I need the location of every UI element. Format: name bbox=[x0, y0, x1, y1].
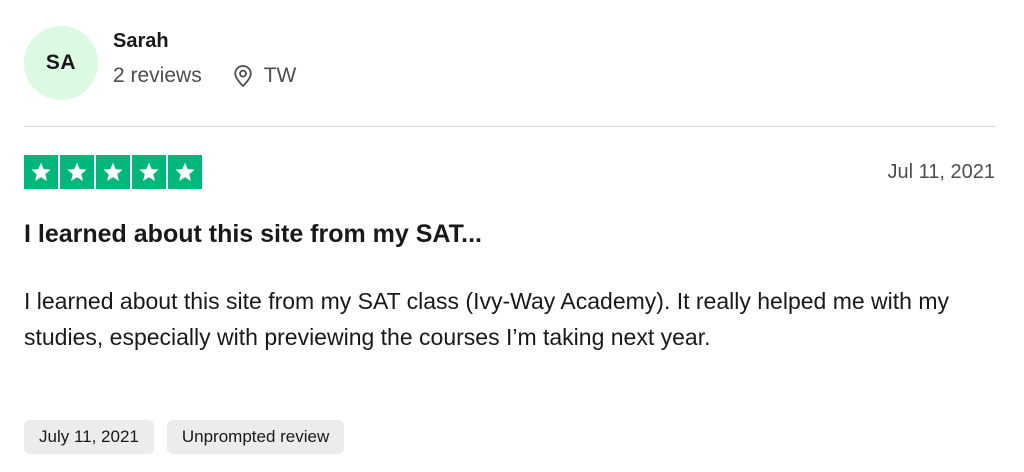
review-body: I learned about this site from my SAT cl… bbox=[24, 288, 949, 350]
star-icon bbox=[139, 162, 159, 181]
star-box bbox=[168, 155, 202, 189]
star-box bbox=[96, 155, 130, 189]
review-tags: July 11, 2021 Unprompted review bbox=[24, 420, 345, 454]
reviewer-name[interactable]: Sarah bbox=[113, 30, 169, 53]
review-card: SA Sarah 2 reviews TW Jul 11, 2021 I lea… bbox=[0, 0, 1024, 472]
divider bbox=[24, 126, 996, 127]
review-date: Jul 11, 2021 bbox=[887, 161, 996, 183]
star-box bbox=[60, 155, 94, 189]
reviewer-location: TW bbox=[263, 64, 297, 87]
star-box bbox=[24, 155, 58, 189]
avatar[interactable]: SA bbox=[24, 26, 98, 100]
review-title[interactable]: I learned about this site from my SAT... bbox=[24, 220, 482, 249]
location-pin-icon bbox=[232, 64, 254, 88]
star-icon bbox=[175, 162, 195, 181]
star-box bbox=[132, 155, 166, 189]
star-rating bbox=[24, 155, 202, 189]
star-icon bbox=[67, 162, 87, 181]
review-type-tag: Unprompted review bbox=[166, 420, 345, 454]
star-icon bbox=[31, 162, 51, 181]
reviewer-meta: 2 reviews TW bbox=[113, 64, 296, 88]
experience-date-tag: July 11, 2021 bbox=[24, 420, 154, 454]
reviews-count: 2 reviews bbox=[113, 64, 202, 87]
star-icon bbox=[103, 162, 123, 181]
